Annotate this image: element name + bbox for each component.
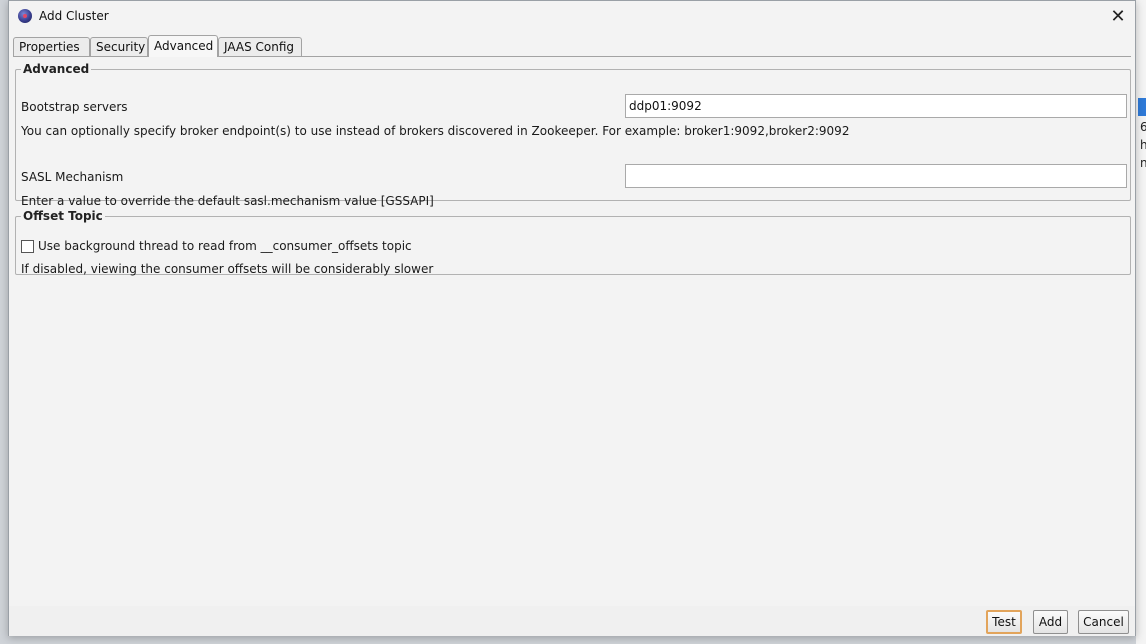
- sasl-mechanism-help: Enter a value to override the default sa…: [21, 194, 434, 208]
- cancel-button[interactable]: Cancel: [1078, 610, 1129, 634]
- add-cluster-dialog: Add Cluster ✕ Properties Security Advanc…: [8, 0, 1136, 636]
- background-thread-checkbox[interactable]: [21, 240, 34, 253]
- background-thread-label[interactable]: Use background thread to read from __con…: [38, 239, 412, 253]
- bootstrap-servers-input[interactable]: [625, 94, 1127, 118]
- tab-jaas-config[interactable]: JAAS Config: [218, 37, 302, 56]
- background-app: 6 h n: [1136, 0, 1146, 644]
- sasl-mechanism-input[interactable]: [625, 164, 1127, 188]
- background-thread-help: If disabled, viewing the consumer offset…: [21, 262, 434, 276]
- close-icon: ✕: [1110, 6, 1126, 27]
- bootstrap-servers-help: You can optionally specify broker endpoi…: [21, 124, 850, 138]
- offset-topic-legend: Offset Topic: [23, 209, 103, 223]
- button-bar: Test Add Cancel: [9, 606, 1135, 636]
- window-title: Add Cluster: [39, 9, 109, 23]
- offset-topic-group: Offset Topic Use background thread to re…: [15, 209, 1131, 276]
- advanced-group: Advanced Bootstrap servers You can optio…: [15, 62, 1131, 208]
- add-button[interactable]: Add: [1033, 610, 1068, 634]
- tab-advanced[interactable]: Advanced: [148, 35, 218, 57]
- advanced-legend: Advanced: [23, 62, 90, 76]
- title-bar[interactable]: Add Cluster ✕: [9, 1, 1135, 32]
- app-logo-icon: [18, 9, 32, 23]
- tab-security[interactable]: Security: [90, 37, 148, 56]
- sasl-mechanism-label: SASL Mechanism: [21, 170, 124, 184]
- background-text: n: [1140, 156, 1146, 170]
- bootstrap-servers-label: Bootstrap servers: [21, 100, 128, 114]
- tab-properties[interactable]: Properties: [13, 37, 90, 56]
- background-selection: [1138, 98, 1146, 116]
- background-text: h: [1140, 138, 1146, 152]
- background-text: 6: [1140, 120, 1146, 134]
- close-button[interactable]: ✕: [1101, 1, 1135, 32]
- test-button[interactable]: Test: [986, 610, 1022, 634]
- tab-panel-advanced: Advanced Bootstrap servers You can optio…: [13, 56, 1131, 606]
